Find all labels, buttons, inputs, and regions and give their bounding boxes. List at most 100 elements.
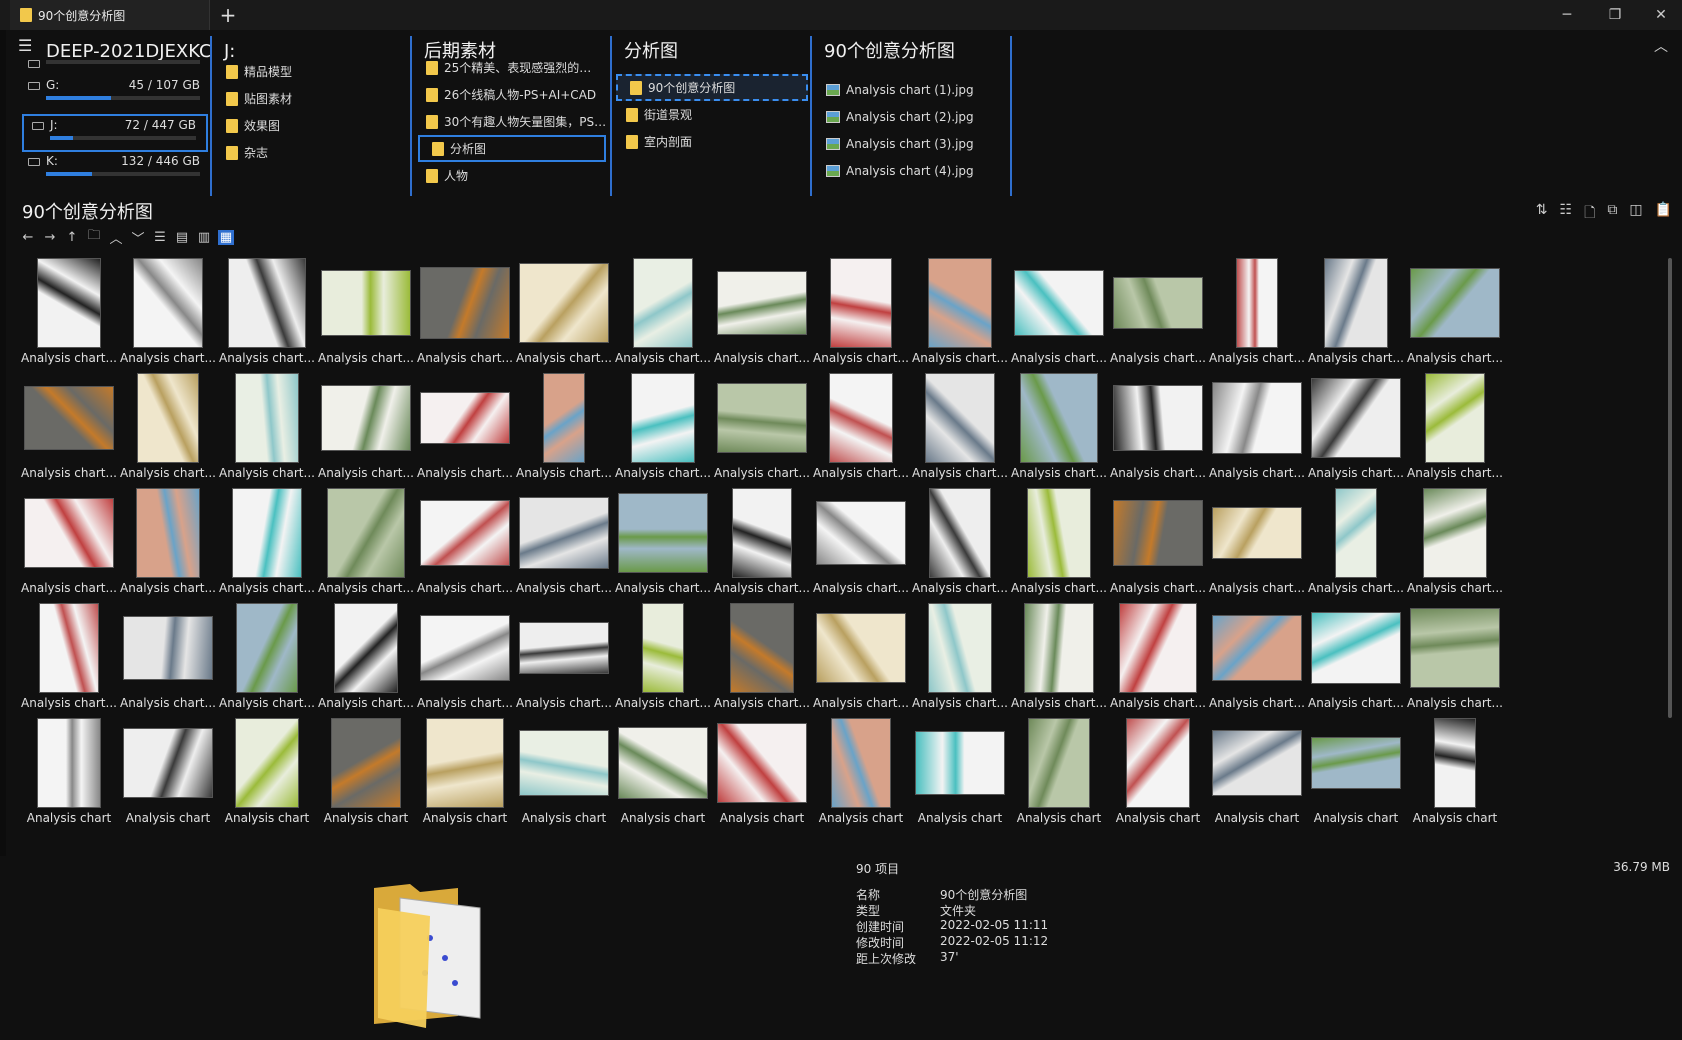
thumbnail-item[interactable]: Analysis chart [614, 714, 712, 832]
back-arrow-icon[interactable]: ← [20, 230, 36, 245]
thumbnail-item[interactable]: Analysis chart [515, 714, 613, 832]
thumbnail-item[interactable]: Analysis chart [1208, 714, 1306, 832]
copy-path-icon[interactable]: ⧉ [1607, 202, 1617, 226]
thumbnail-item[interactable]: Analysis chart [713, 714, 811, 832]
thumbnail-item[interactable]: Analysis chart... [1307, 484, 1405, 602]
thumbnail-item[interactable]: Analysis chart... [911, 254, 1009, 372]
thumbnail-item[interactable]: Analysis chart... [713, 599, 811, 717]
thumbnail-item[interactable]: Analysis chart... [515, 369, 613, 487]
thumbnail-item[interactable]: Analysis chart... [1406, 484, 1504, 602]
thumbnail-item[interactable]: Analysis chart [1109, 714, 1207, 832]
thumbnail-item[interactable]: Analysis chart... [1406, 254, 1504, 372]
drive-item[interactable]: K: 132 / 446 GB [20, 152, 210, 190]
new-file-icon[interactable]: 🗋 [1584, 202, 1595, 226]
vertical-scrollbar[interactable] [1668, 258, 1672, 718]
thumbnail-item[interactable]: Analysis chart... [416, 369, 514, 487]
folder-item[interactable]: 杂志 [214, 139, 410, 166]
thumbnail-item[interactable]: Analysis chart... [1109, 599, 1207, 717]
thumbnail-item[interactable]: Analysis chart... [20, 369, 118, 487]
thumbnail-item[interactable]: Analysis chart... [713, 254, 811, 372]
thumbnail-item[interactable]: Analysis chart... [1307, 369, 1405, 487]
thumbnail-item[interactable]: Analysis chart... [911, 599, 1009, 717]
thumbnail-item[interactable]: Analysis chart... [1010, 484, 1108, 602]
thumbnail-item[interactable]: Analysis chart [416, 714, 514, 832]
thumbnail-item[interactable]: Analysis chart... [812, 599, 910, 717]
thumbnail-item[interactable]: Analysis chart... [119, 484, 217, 602]
folder-item[interactable]: 街道景观 [614, 101, 810, 128]
folder-item[interactable]: 分析图 [418, 135, 606, 162]
minimize-button[interactable]: ─ [1552, 4, 1582, 26]
new-tab-button[interactable]: + [216, 3, 240, 27]
folder-item[interactable]: 室内剖面 [614, 128, 810, 155]
thumbnail-item[interactable]: Analysis chart... [1109, 369, 1207, 487]
thumbnail-item[interactable]: Analysis chart... [218, 484, 316, 602]
tab-current-folder[interactable]: 90个创意分析图 [10, 0, 210, 30]
thumbnail-item[interactable]: Analysis chart... [416, 484, 514, 602]
file-item[interactable]: Analysis chart (4).jpg [814, 157, 1010, 184]
thumbnail-item[interactable]: Analysis chart... [1208, 484, 1306, 602]
thumbnail-item[interactable]: Analysis chart [20, 714, 118, 832]
folder-item[interactable]: 效果图 [214, 112, 410, 139]
thumbnail-item[interactable]: Analysis chart... [317, 599, 415, 717]
thumbnail-item[interactable]: Analysis chart... [218, 254, 316, 372]
folder-item[interactable]: 25个精美、表现感强烈的… [414, 54, 610, 81]
group-icon[interactable]: ☷ [1560, 202, 1573, 226]
thumbnail-item[interactable]: Analysis chart... [416, 254, 514, 372]
thumbnail-item[interactable]: Analysis chart... [1109, 254, 1207, 372]
thumbnail-item[interactable]: Analysis chart... [1406, 369, 1504, 487]
list-view-icon[interactable]: ☰ [152, 230, 168, 245]
thumbnail-item[interactable]: Analysis chart [812, 714, 910, 832]
thumbnail-item[interactable]: Analysis chart... [515, 484, 613, 602]
thumbnail-item[interactable]: Analysis chart... [614, 599, 712, 717]
preview-pane-icon[interactable]: ◫ [1629, 202, 1642, 226]
collapse-chevron-icon[interactable]: ︿ [1654, 36, 1668, 56]
open-folder-icon[interactable]: 🗀 [86, 226, 102, 248]
close-button[interactable]: ✕ [1646, 4, 1676, 26]
thumbnail-item[interactable]: Analysis chart... [614, 369, 712, 487]
thumbnail-item[interactable]: Analysis chart... [317, 254, 415, 372]
thumbnail-item[interactable]: Analysis chart [317, 714, 415, 832]
thumbnail-item[interactable]: Analysis chart... [812, 484, 910, 602]
file-item[interactable]: Analysis chart (3).jpg [814, 130, 1010, 157]
thumbnail-item[interactable]: Analysis chart... [1010, 254, 1108, 372]
chevron-up-icon[interactable]: ︿ [108, 228, 124, 247]
drive-item[interactable]: J: 72 / 447 GB [22, 114, 208, 152]
file-item[interactable]: Analysis chart (2).jpg [814, 103, 1010, 130]
thumbnail-item[interactable]: Analysis chart... [20, 484, 118, 602]
thumbnail-item[interactable]: Analysis chart... [713, 369, 811, 487]
folder-item[interactable]: 26个线稿人物-PS+AI+CAD [414, 81, 610, 108]
thumbnail-item[interactable]: Analysis chart... [911, 369, 1009, 487]
thumbnail-item[interactable]: Analysis chart [1406, 714, 1504, 832]
thumbnail-item[interactable]: Analysis chart... [20, 599, 118, 717]
thumbnail-item[interactable]: Analysis chart... [119, 254, 217, 372]
thumbnail-item[interactable]: Analysis chart... [1010, 369, 1108, 487]
thumbnail-item[interactable]: Analysis chart... [614, 484, 712, 602]
thumbnail-item[interactable]: Analysis chart... [1208, 599, 1306, 717]
thumbnail-item[interactable]: Analysis chart [1307, 714, 1405, 832]
sort-icon[interactable]: ⇅ [1536, 202, 1548, 226]
thumbnail-item[interactable]: Analysis chart... [911, 484, 1009, 602]
details-view-icon[interactable]: ▤ [174, 230, 190, 245]
thumbnail-item[interactable]: Analysis chart... [218, 369, 316, 487]
thumbnail-item[interactable]: Analysis chart... [317, 484, 415, 602]
thumbnail-item[interactable]: Analysis chart... [515, 599, 613, 717]
thumbnail-item[interactable]: Analysis chart... [20, 254, 118, 372]
thumbnail-item[interactable]: Analysis chart... [416, 599, 514, 717]
maximize-button[interactable]: ❐ [1600, 4, 1630, 26]
thumbnail-item[interactable]: Analysis chart... [1208, 254, 1306, 372]
thumbnail-item[interactable]: Analysis chart... [119, 599, 217, 717]
thumbnail-item[interactable]: Analysis chart... [1307, 599, 1405, 717]
folder-item[interactable]: 人物 [414, 162, 610, 189]
thumbnail-item[interactable]: Analysis chart [1010, 714, 1108, 832]
file-item[interactable]: Analysis chart (1).jpg [814, 76, 1010, 103]
thumbnail-item[interactable]: Analysis chart [218, 714, 316, 832]
thumbnail-item[interactable]: Analysis chart [911, 714, 1009, 832]
drive-item[interactable]: G: 45 / 107 GB [20, 76, 210, 114]
tiles-view-icon[interactable]: ▥ [196, 230, 212, 245]
thumbnail-item[interactable]: Analysis chart... [317, 369, 415, 487]
forward-arrow-icon[interactable]: → [42, 230, 58, 245]
folder-item[interactable]: 30个有趣人物矢量图集，PS… [414, 108, 610, 135]
folder-item[interactable]: 贴图素材 [214, 85, 410, 112]
up-arrow-icon[interactable]: ↑ [64, 230, 80, 245]
thumbnail-item[interactable]: Analysis chart... [812, 369, 910, 487]
